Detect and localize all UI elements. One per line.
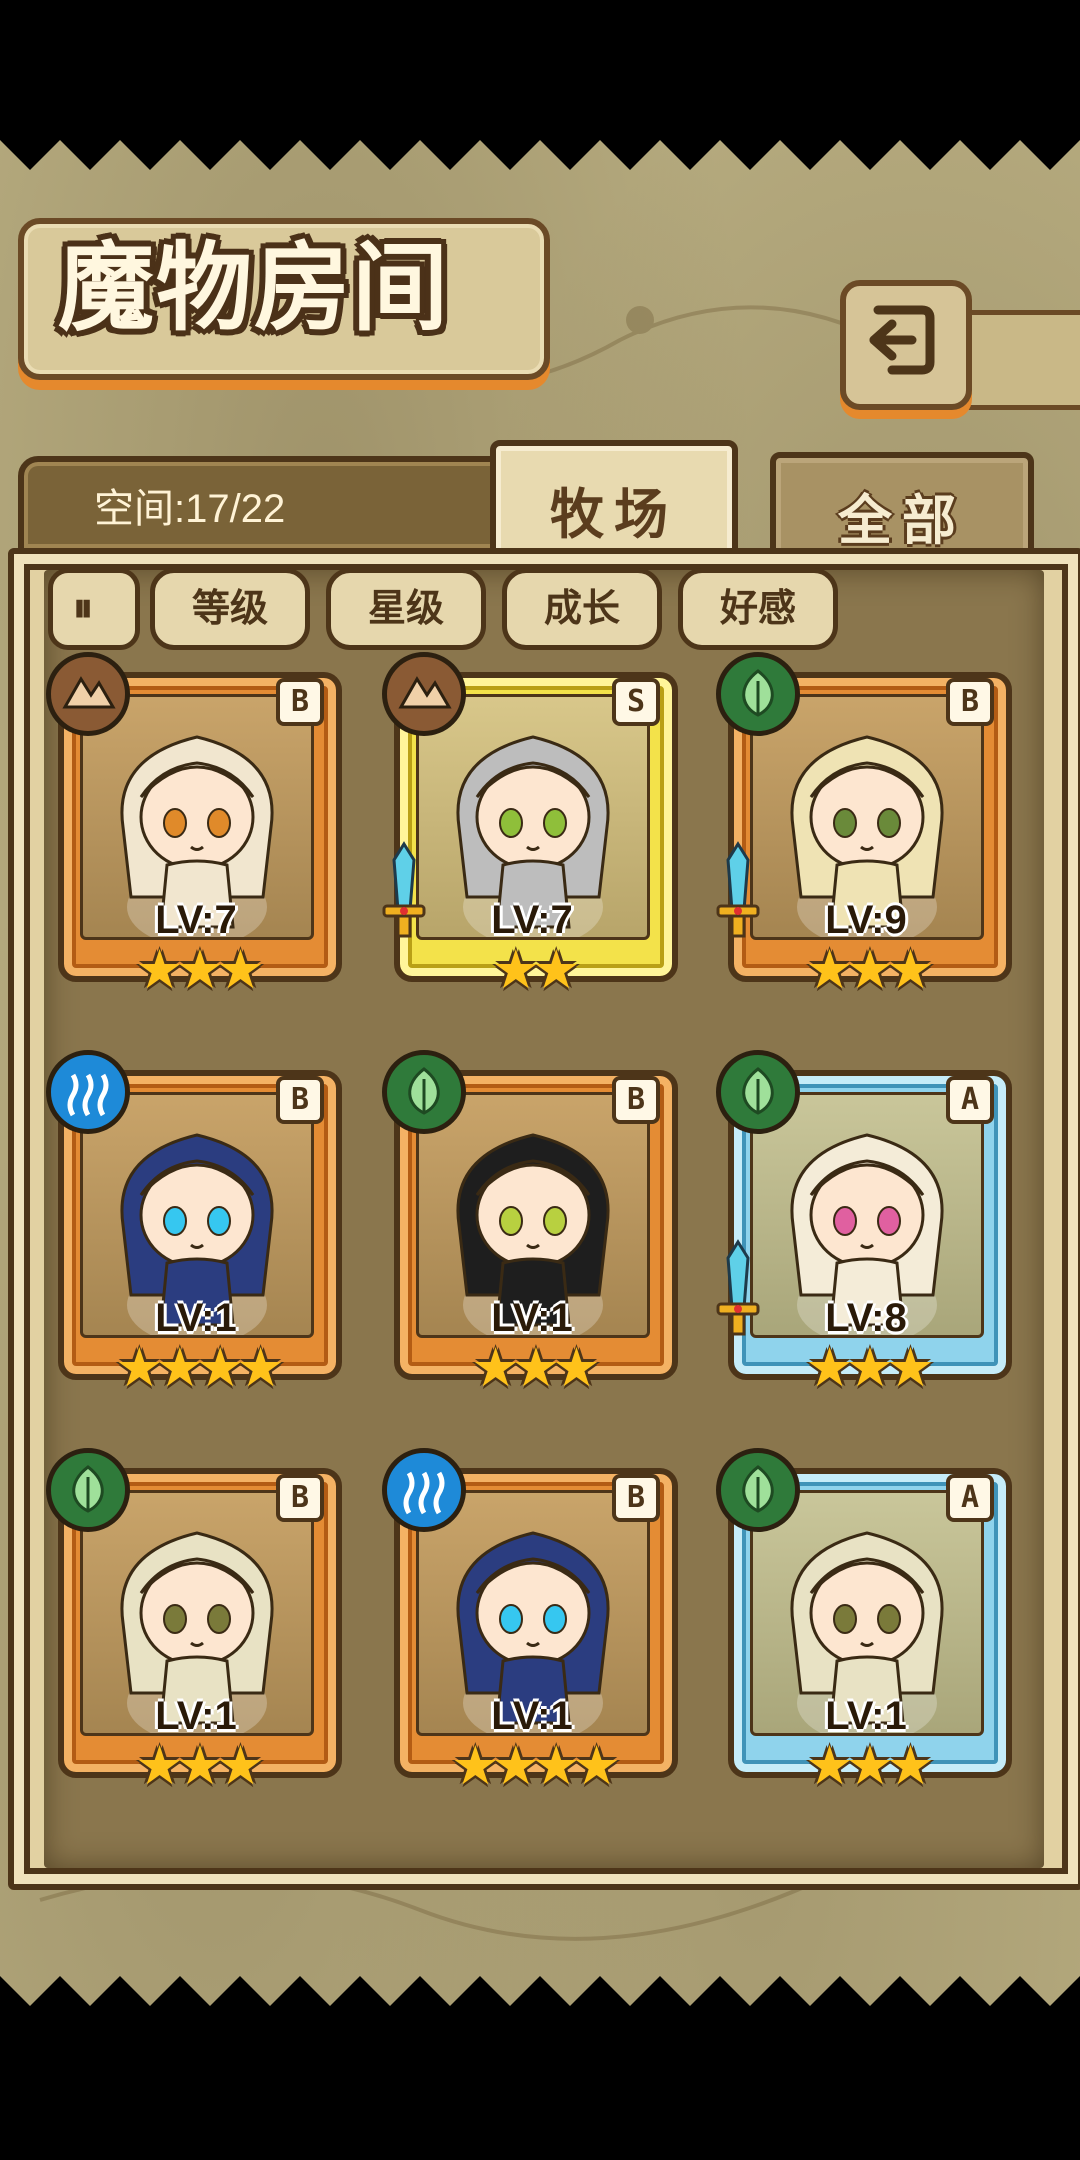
monster-level: LV:1 — [491, 1694, 573, 1738]
zigzag-top-border — [0, 120, 1080, 170]
space-bar: 空间:17/22 — [18, 456, 550, 554]
sort-star-button[interactable]: 星级 — [326, 568, 486, 650]
rank-badge: B — [276, 1076, 324, 1124]
element-badge — [46, 652, 130, 736]
water-icon — [403, 1471, 445, 1515]
monster-level: LV:1 — [825, 1694, 907, 1738]
sort-order-icon: ⏸ — [73, 585, 93, 631]
tab-ranch-label: 牧场 — [550, 483, 678, 546]
monster-card[interactable]: S LV:7 ★★ — [382, 652, 680, 1001]
sort-order-toggle[interactable]: ⏸ — [48, 568, 140, 650]
star-rating: ★★★ — [471, 1336, 600, 1399]
space-capacity-label: 空间:17/22 — [94, 487, 286, 531]
leaf-icon — [742, 669, 774, 717]
back-button[interactable] — [840, 280, 972, 410]
rank-badge: S — [612, 678, 660, 726]
monster-level: LV:8 — [825, 1296, 907, 1340]
sort-growth-button[interactable]: 成长 — [502, 568, 662, 650]
element-badge — [46, 1050, 130, 1134]
tab-all-label: 全部 — [838, 489, 966, 552]
monster-card[interactable]: B LV:9 ★★★ — [716, 652, 1014, 1001]
leaf-icon — [742, 1067, 774, 1115]
back-button-group — [840, 280, 1080, 410]
element-badge — [382, 652, 466, 736]
leaf-icon — [742, 1465, 774, 1513]
star-rating: ★★★★ — [115, 1336, 285, 1399]
page-title: 魔物房间 — [58, 231, 450, 344]
rank-badge: A — [946, 1474, 994, 1522]
star-rating: ★★ — [491, 938, 581, 1001]
leaf-icon — [408, 1067, 440, 1115]
star-rating: ★★★ — [805, 1734, 934, 1797]
return-arrow-icon — [869, 305, 935, 375]
earth-icon — [398, 676, 452, 709]
star-rating: ★★★ — [135, 938, 264, 1001]
earth-icon — [62, 676, 116, 709]
rank-badge: B — [276, 678, 324, 726]
rank-badge: B — [612, 1076, 660, 1124]
water-icon — [67, 1073, 109, 1117]
monster-card[interactable]: A LV:1 ★★★ — [716, 1448, 1014, 1797]
element-badge — [382, 1448, 466, 1532]
monster-card[interactable]: B LV:1 ★★★★ — [382, 1448, 680, 1797]
monster-card[interactable]: A LV:8 ★★★ — [716, 1050, 1014, 1399]
sort-level-button[interactable]: 等级 — [150, 568, 310, 650]
monster-level: LV:7 — [155, 898, 237, 942]
monster-card[interactable]: B LV:1 ★★★★ — [46, 1050, 344, 1399]
sort-affection-button[interactable]: 好感 — [678, 568, 838, 650]
element-badge — [716, 1050, 800, 1134]
rank-badge: B — [612, 1474, 660, 1522]
rank-badge: B — [276, 1474, 324, 1522]
monster-level: LV:9 — [825, 898, 907, 942]
zigzag-bottom-border — [0, 1976, 1080, 2036]
rank-badge: A — [946, 1076, 994, 1124]
leaf-icon — [72, 1465, 104, 1513]
element-badge — [382, 1050, 466, 1134]
element-badge — [716, 652, 800, 736]
element-badge — [716, 1448, 800, 1532]
monster-card[interactable]: B LV:7 ★★★ — [46, 652, 344, 1001]
star-rating: ★★★ — [805, 938, 934, 1001]
monster-level: LV:1 — [155, 1296, 237, 1340]
star-rating: ★★★ — [135, 1734, 264, 1797]
rank-badge: B — [946, 678, 994, 726]
title-plaque: 魔物房间 — [18, 190, 550, 410]
monster-level: LV:7 — [491, 898, 573, 942]
monster-card[interactable]: B LV:1 ★★★ — [382, 1050, 680, 1399]
monster-level: LV:1 — [155, 1694, 237, 1738]
star-rating: ★★★★ — [451, 1734, 621, 1797]
monster-card[interactable]: B LV:1 ★★★ — [46, 1448, 344, 1797]
element-badge — [46, 1448, 130, 1532]
monster-level: LV:1 — [491, 1296, 573, 1340]
star-rating: ★★★ — [805, 1336, 934, 1399]
